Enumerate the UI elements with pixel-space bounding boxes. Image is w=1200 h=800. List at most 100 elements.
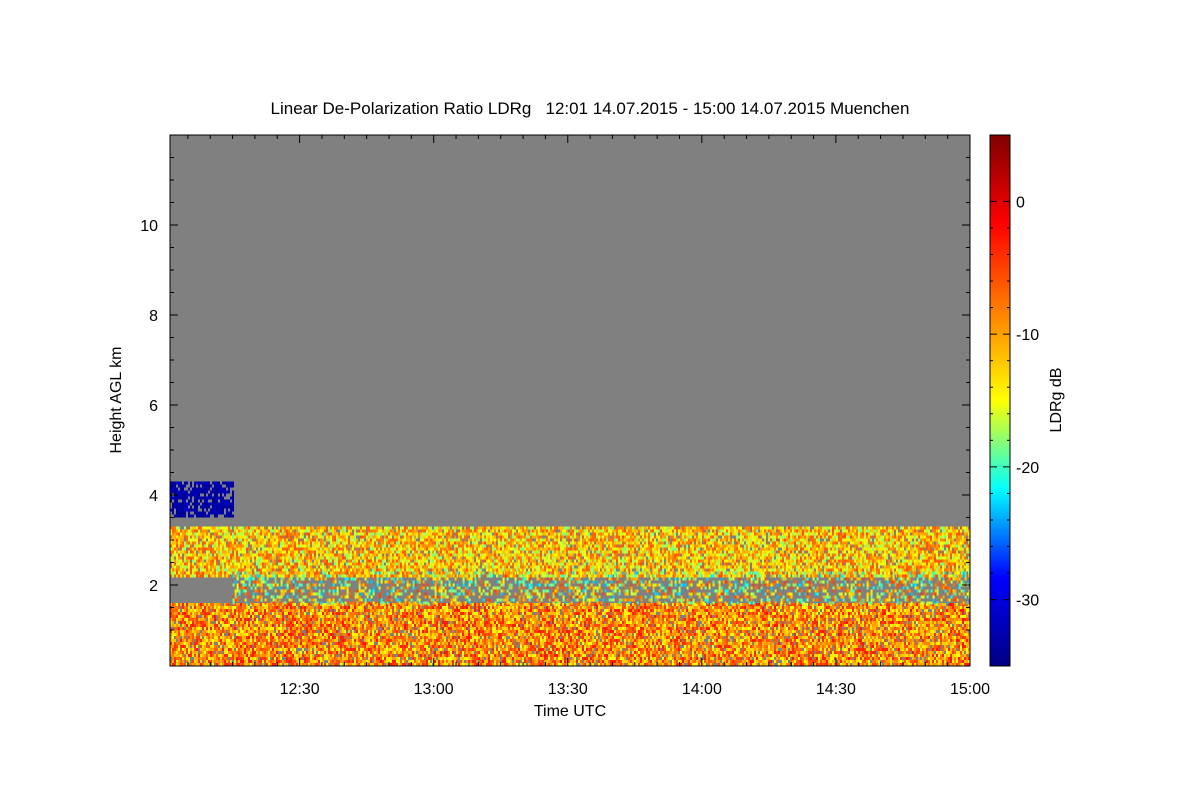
heat-cell xyxy=(590,645,592,648)
heat-cell xyxy=(280,618,282,621)
heat-cell xyxy=(664,639,666,642)
heat-cell xyxy=(444,651,446,654)
heat-cell xyxy=(582,627,584,630)
heat-cell xyxy=(530,660,532,663)
heat-cell xyxy=(308,621,310,624)
heat-cell xyxy=(412,621,414,624)
heat-cell xyxy=(490,660,492,663)
heat-cell xyxy=(532,660,534,663)
heat-cell xyxy=(432,648,434,651)
heat-cell xyxy=(574,657,576,660)
heat-cell xyxy=(172,618,174,621)
heat-cell xyxy=(488,624,490,627)
heat-cell xyxy=(460,606,462,609)
heat-cell xyxy=(662,657,664,660)
heat-cell xyxy=(184,615,186,618)
heat-cell xyxy=(212,618,214,621)
heat-cell xyxy=(484,633,486,636)
heat-cell xyxy=(592,636,594,639)
heat-cell xyxy=(260,612,262,615)
heat-cell xyxy=(600,612,602,615)
heat-cell xyxy=(368,660,370,663)
heat-cell xyxy=(646,633,648,636)
heat-cell xyxy=(562,621,564,624)
heat-cell xyxy=(284,609,286,612)
heat-cell xyxy=(326,609,328,612)
heat-cell xyxy=(650,627,652,630)
heat-cell xyxy=(268,633,270,636)
heat-cell xyxy=(226,621,228,624)
heat-cell xyxy=(484,606,486,609)
heat-cell xyxy=(252,624,254,627)
heat-cell xyxy=(622,624,624,627)
heat-cell xyxy=(182,609,184,612)
heat-cell xyxy=(318,606,320,609)
heat-cell xyxy=(208,624,210,627)
heat-cell xyxy=(294,633,296,636)
heat-cell xyxy=(414,633,416,636)
heat-cell xyxy=(316,645,318,648)
heat-cell xyxy=(172,642,174,645)
heat-cell xyxy=(364,645,366,648)
heat-cell xyxy=(402,624,404,627)
heat-cell xyxy=(316,633,318,636)
heat-cell xyxy=(630,654,632,657)
heat-cell xyxy=(522,642,524,645)
heat-cell xyxy=(174,615,176,618)
heat-cell xyxy=(560,648,562,651)
heat-cell xyxy=(182,606,184,609)
heat-cell xyxy=(684,606,686,609)
heat-cell xyxy=(554,627,556,630)
heat-cell xyxy=(604,633,606,636)
heat-cell xyxy=(458,627,460,630)
ldr-chart: Linear De-Polarization Ratio LDRg 12:01 … xyxy=(108,99,1065,720)
heat-cell xyxy=(574,612,576,615)
heat-cell xyxy=(654,618,656,621)
heat-cell xyxy=(290,654,292,657)
heat-cell xyxy=(310,621,312,624)
heat-cell xyxy=(642,639,644,642)
heat-cell xyxy=(230,621,232,624)
heat-cell xyxy=(344,606,346,609)
heat-cell xyxy=(470,636,472,639)
heat-cell xyxy=(322,615,324,618)
heat-cell xyxy=(652,630,654,633)
heat-cell xyxy=(522,612,524,615)
heat-cell xyxy=(630,609,632,612)
heat-cell xyxy=(664,612,666,615)
heat-cell xyxy=(306,642,308,645)
heat-cell xyxy=(674,618,676,621)
heat-cell xyxy=(354,636,356,639)
heat-cell xyxy=(552,606,554,609)
heat-cell xyxy=(586,606,588,609)
heat-cell xyxy=(332,639,334,642)
heat-cell xyxy=(598,642,600,645)
heat-cell xyxy=(496,624,498,627)
heat-cell xyxy=(408,615,410,618)
heat-cell xyxy=(674,624,676,627)
heat-cell xyxy=(684,621,686,624)
heat-cell xyxy=(640,603,642,606)
heat-cell xyxy=(226,627,228,630)
heat-cell xyxy=(218,621,220,624)
heat-cell xyxy=(362,615,364,618)
heat-cell xyxy=(616,615,618,618)
heat-cell xyxy=(658,648,660,651)
heat-cell xyxy=(200,657,202,660)
heat-cell xyxy=(492,636,494,639)
heat-cell xyxy=(188,609,190,612)
heat-cell xyxy=(340,621,342,624)
heat-cell xyxy=(646,624,648,627)
heat-cell xyxy=(278,660,280,663)
heat-cell xyxy=(368,654,370,657)
heat-cell xyxy=(516,609,518,612)
heat-cell xyxy=(210,645,212,648)
heat-cell xyxy=(500,609,502,612)
heat-cell xyxy=(642,654,644,657)
heat-cell xyxy=(248,642,250,645)
heat-cell xyxy=(668,651,670,654)
heat-cell xyxy=(262,645,264,648)
heat-cell xyxy=(194,630,196,633)
heat-cell xyxy=(468,633,470,636)
heat-cell xyxy=(332,621,334,624)
